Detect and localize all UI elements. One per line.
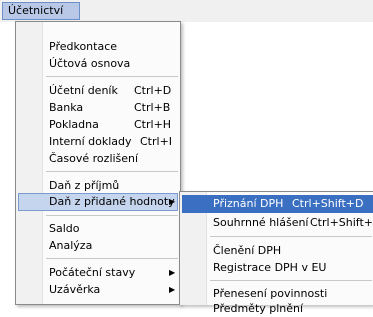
menu-bar: Účetnictví xyxy=(0,0,373,22)
submenu-arrow-icon: ▶ xyxy=(169,285,176,294)
menu-item-saldo[interactable]: Saldo xyxy=(18,220,178,237)
menu-item-label: Počáteční stavy xyxy=(49,266,136,279)
menu-item-label: Banka xyxy=(49,101,84,114)
submenu-item-shortcut: Ctrl+Shift+D xyxy=(292,197,364,210)
submenu-item-shortcut: Ctrl+Shift+V xyxy=(310,216,373,229)
submenu-item-label: Souhrnné hlášení xyxy=(213,216,309,229)
menu-ucetnictvi[interactable]: Účetnictví xyxy=(2,2,80,20)
submenu-item-registrace-dph[interactable]: Registrace DPH v EU xyxy=(182,259,373,276)
submenu-separator xyxy=(210,280,372,281)
submenu-item-souhrnne-hlaseni[interactable]: Souhrnné hlášení Ctrl+Shift+V xyxy=(182,214,373,231)
submenu-item-label: Přiznání DPH xyxy=(213,197,284,210)
menu-item-label: Účtová osnova xyxy=(49,57,131,70)
ucetnictvi-dropdown: Předkontace Účtová osnova Účetní deník C… xyxy=(15,21,181,305)
menu-separator xyxy=(46,215,178,216)
submenu-item-cleneni-dph[interactable]: Členění DPH xyxy=(182,242,373,259)
menu-item-pocatecni-stavy[interactable]: Počáteční stavy ▶ xyxy=(18,264,178,281)
menu-item-predkontace[interactable]: Předkontace xyxy=(18,38,178,55)
menu-item-banka[interactable]: Banka Ctrl+B xyxy=(18,99,178,116)
menu-item-casove-rozliseni[interactable]: Časové rozlišení xyxy=(18,150,178,167)
menu-item-label: Analýza xyxy=(49,239,93,252)
menu-separator xyxy=(46,76,178,77)
menu-item-dan-z-prijmu[interactable]: Daň z příjmů xyxy=(18,177,178,194)
menu-item-uzaverka[interactable]: Uzávěrka ▶ xyxy=(18,281,178,298)
menu-item-shortcut: Ctrl+I xyxy=(140,135,173,148)
menu-separator xyxy=(46,258,178,259)
menu-item-label: Interní doklady xyxy=(49,135,132,148)
menu-item-label: Účetní deník xyxy=(49,84,118,97)
menu-item-analyza[interactable]: Analýza xyxy=(18,237,178,254)
menu-item-ucetni-denik[interactable]: Účetní deník Ctrl+D xyxy=(18,82,178,99)
menu-ucetnictvi-label: Účetnictví xyxy=(8,4,64,17)
menu-item-label: Saldo xyxy=(49,222,80,235)
menu-item-uctova-osnova[interactable]: Účtová osnova xyxy=(18,55,178,72)
menu-item-label: Časové rozlišení xyxy=(49,152,139,165)
menu-item-label: Předkontace xyxy=(49,40,118,53)
menu-item-dan-z-pridane-hodnoty[interactable]: Daň z přidané hodnoty ▶ xyxy=(18,193,178,211)
submenu-item-label: Předměty plnění xyxy=(213,302,304,315)
menu-separator xyxy=(46,171,178,172)
dph-submenu: Přiznání DPH Ctrl+Shift+D Souhrnné hláše… xyxy=(179,191,373,315)
submenu-item-label: Registrace DPH v EU xyxy=(213,261,327,274)
menu-item-label: Daň z přidané hodnoty xyxy=(49,195,175,208)
submenu-separator xyxy=(210,236,372,237)
menu-item-shortcut: Ctrl+D xyxy=(134,84,172,97)
menu-item-label: Uzávěrka xyxy=(49,283,101,296)
menu-item-shortcut: Ctrl+B xyxy=(134,101,171,114)
submenu-item-priznani-dph[interactable]: Přiznání DPH Ctrl+Shift+D xyxy=(182,195,373,213)
submenu-item-predmety-plneni[interactable]: Předměty plnění xyxy=(182,300,373,317)
submenu-arrow-icon: ▶ xyxy=(169,268,176,277)
submenu-item-label: Členění DPH xyxy=(213,244,282,257)
menu-item-label: Daň z příjmů xyxy=(49,179,120,192)
menu-item-shortcut: Ctrl+H xyxy=(134,118,172,131)
submenu-arrow-icon: ▶ xyxy=(169,197,176,206)
menu-item-pokladna[interactable]: Pokladna Ctrl+H xyxy=(18,116,178,133)
menu-item-label: Pokladna xyxy=(49,118,99,131)
menu-item-interni-doklady[interactable]: Interní doklady Ctrl+I xyxy=(18,133,178,150)
